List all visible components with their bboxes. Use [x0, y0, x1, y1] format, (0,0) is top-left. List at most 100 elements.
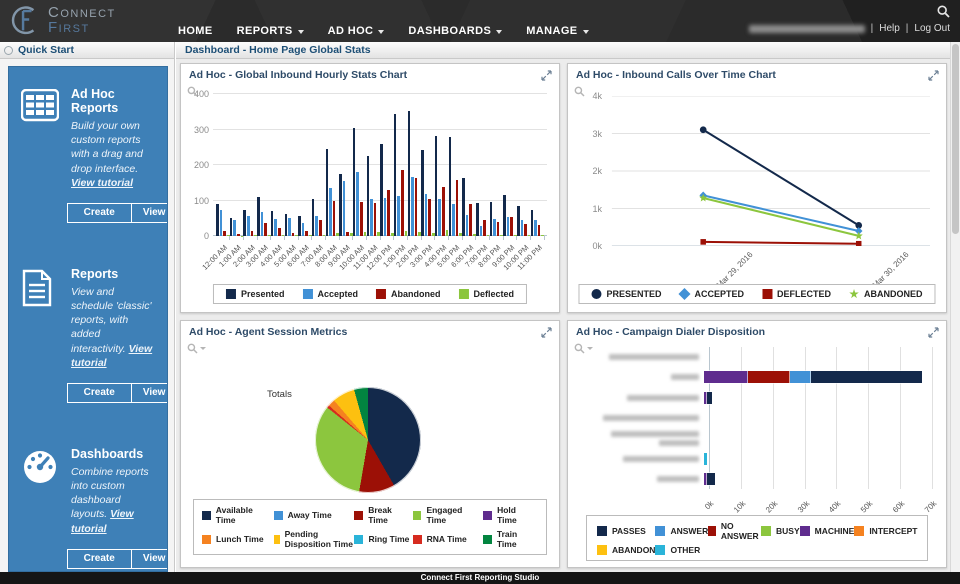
- bar-zone: [704, 347, 932, 367]
- answer-swatch: [655, 526, 665, 536]
- train-time-swatch: [483, 535, 492, 544]
- bar-segment: [285, 214, 288, 236]
- hold-time-swatch: [483, 511, 492, 520]
- quick-start-header: Quick Start: [0, 42, 174, 59]
- view-tutorial-link[interactable]: View tutorial: [71, 177, 133, 189]
- bar-segment: [384, 198, 387, 236]
- create-dashboard-button[interactable]: Create: [68, 550, 131, 568]
- bar-segment: [243, 210, 246, 236]
- bar-group: [353, 94, 367, 236]
- y-axis-label: 0: [185, 231, 209, 241]
- dashboard-breadcrumb: Dashboard - Home Page Global Stats: [176, 42, 960, 59]
- legend-item: MACHINE: [800, 521, 855, 541]
- dashboards-buttons: Create View list: [67, 549, 168, 569]
- legend-item: Break Time: [354, 505, 412, 525]
- bar-group: [380, 94, 394, 236]
- search-icon[interactable]: [937, 5, 950, 18]
- chart-legend: Available TimeAway TimeBreak TimeEngaged…: [193, 499, 547, 555]
- bar-segment: [411, 177, 414, 236]
- nav-ad-hoc[interactable]: AD HOC: [328, 25, 385, 37]
- bar-group: [339, 94, 353, 236]
- chevron-down-icon: [496, 30, 502, 34]
- x-axis-labels: 12:00 AM1:00 AM2:00 AM3:00 AM4:00 AM5:00…: [213, 240, 547, 284]
- panel-title: Ad Hoc - Agent Session Metrics: [189, 326, 347, 338]
- panel-inbound-calls-over-time: Ad Hoc - Inbound Calls Over Time Chart 0…: [567, 63, 947, 313]
- row-label-redacted: [572, 354, 704, 360]
- bar-segment: [497, 222, 500, 236]
- legend-item: ANSWER: [655, 521, 708, 541]
- row-label-redacted: [572, 415, 704, 421]
- y-axis-label: 300: [185, 125, 209, 135]
- chart-legend: PresentedAcceptedAbandonedDeflected: [213, 284, 527, 304]
- card-description: Build your own custom reports with a dra…: [71, 119, 155, 190]
- line-chart-svg: [606, 96, 930, 246]
- bar-segment: [538, 225, 541, 236]
- chart-zoom-tool[interactable]: [574, 343, 593, 354]
- legend-label: PASSES: [612, 526, 646, 536]
- vertical-scrollbar[interactable]: [950, 42, 960, 572]
- legend-item: Presented: [226, 289, 285, 299]
- expand-panel-icon[interactable]: [541, 70, 552, 81]
- bar-segment: [333, 201, 336, 237]
- bar-segment: [343, 181, 346, 236]
- calls-over-time-line-chart: 0k1k2k3k4kMar 29, 2016Mar 30, 2016PRESEN…: [568, 84, 946, 312]
- help-link[interactable]: Help: [879, 23, 900, 34]
- nav-dashboards[interactable]: DASHBOARDS: [408, 25, 502, 37]
- nav-manage[interactable]: MANAGE: [526, 25, 588, 37]
- view-list-reports-button[interactable]: View list: [131, 384, 169, 402]
- bar-group: [530, 94, 544, 236]
- scrollbar-thumb[interactable]: [952, 44, 959, 234]
- bar-zone: [704, 388, 932, 408]
- expand-panel-icon[interactable]: [928, 327, 939, 338]
- bar-segment: [220, 210, 223, 236]
- bar-segment: [466, 215, 469, 236]
- legend-item: RNA Time: [413, 529, 483, 549]
- create-report-button[interactable]: Create: [68, 384, 131, 402]
- bar-segment: [288, 218, 291, 236]
- view-list-dashboards-button[interactable]: View list: [131, 550, 169, 568]
- collapse-panel-icon[interactable]: [4, 46, 13, 55]
- logout-link[interactable]: Log Out: [914, 23, 950, 34]
- chevron-down-icon: [298, 30, 304, 34]
- bar-segment: [704, 453, 707, 465]
- bar-segment: [367, 156, 370, 236]
- nav-home[interactable]: HOME: [178, 25, 213, 37]
- chart-legend: PASSESANSWERNO ANSWERBUSYMACHINEINTERCEP…: [586, 515, 928, 561]
- x-axis-label: 50k: [859, 499, 874, 514]
- legend-label: PRESENTED: [606, 289, 661, 299]
- bar-segment: [425, 194, 428, 236]
- expand-panel-icon[interactable]: [928, 70, 939, 81]
- table-row: [572, 469, 932, 489]
- y-axis-label: 2k: [576, 166, 602, 176]
- chart-zoom-tool[interactable]: [574, 86, 585, 97]
- bar-group: [366, 94, 380, 236]
- create-ad-hoc-button[interactable]: Create: [68, 204, 131, 222]
- legend-label: Available Time: [216, 505, 274, 525]
- redacted-text-block: [657, 476, 699, 482]
- stacked-bar: [704, 371, 922, 383]
- bar-segment: [339, 174, 342, 236]
- bar-segment: [435, 136, 438, 236]
- bar-segment: [356, 172, 359, 236]
- legend-label: ACCEPTED: [695, 289, 745, 299]
- card-dashboards: Dashboards Combine reports into custom d…: [9, 427, 167, 536]
- passes-swatch: [597, 526, 607, 536]
- x-axis-label: 10k: [732, 499, 747, 514]
- bar-segment: [326, 149, 329, 236]
- expand-panel-icon[interactable]: [541, 327, 552, 338]
- bar-segment: [264, 223, 267, 236]
- bar-group: [435, 94, 449, 236]
- x-axis-label: 70k: [923, 499, 938, 514]
- abandoned-swatch: [376, 289, 386, 299]
- table-row: [572, 347, 932, 367]
- primary-nav: HOME REPORTS AD HOC DASHBOARDS MANAGE: [178, 25, 589, 37]
- bar-segment: [271, 211, 274, 236]
- nav-reports[interactable]: REPORTS: [237, 25, 304, 37]
- bar-group: [312, 94, 326, 236]
- chart-zoom-tool[interactable]: [187, 343, 206, 354]
- connect-first-logo: Connect First: [8, 3, 116, 37]
- bar-segment: [449, 137, 452, 236]
- bar-segment: [428, 199, 431, 236]
- chart-zoom-tool[interactable]: [187, 86, 198, 97]
- view-list-ad-hoc-button[interactable]: View list: [131, 204, 169, 222]
